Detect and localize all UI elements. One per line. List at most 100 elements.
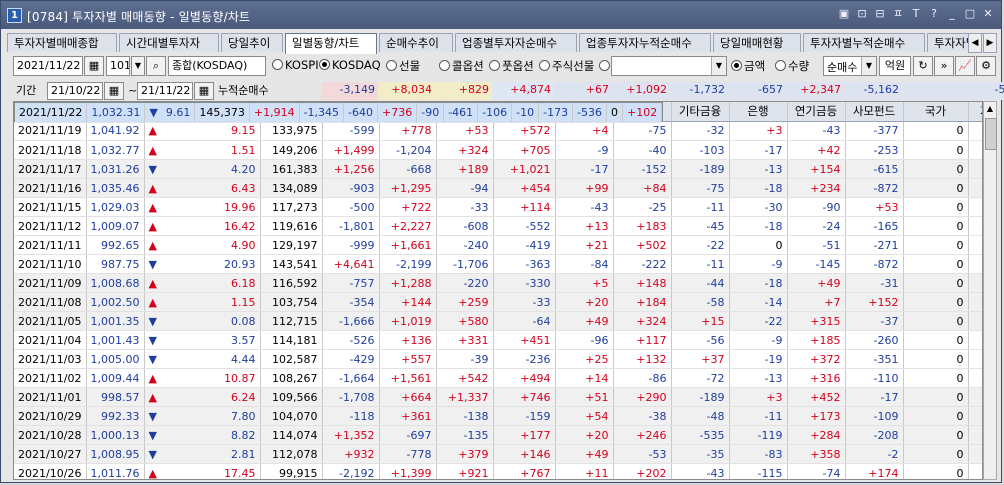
table-row[interactable]: 2021/10/29 992.33 ▼ 7.80 104,070 -118 +361 -138… xyxy=(14,406,982,426)
table-cell: 99,915 xyxy=(260,463,323,479)
table-row[interactable]: 2021/11/10 987.75 ▼ 20.93 143,541 +4,641 -2,19… xyxy=(14,254,982,274)
code-dropdown-icon[interactable]: ▼ xyxy=(131,56,145,76)
gear-icon[interactable]: ⚙ xyxy=(976,56,996,76)
refresh-icon[interactable]: ↻ xyxy=(913,56,933,76)
chart-icon[interactable]: 📈 xyxy=(955,56,975,76)
column-header-10[interactable]: 기타금융 xyxy=(671,102,730,122)
table-cell: 0 xyxy=(903,444,969,464)
table-row[interactable]: 2021/11/18 1,032.77 ▲ 1.51 149,206 +1,499 -1,2… xyxy=(14,140,982,160)
market-radio-4[interactable]: 풋옵션 xyxy=(489,58,534,74)
market-radio-3[interactable]: 콜옵션 xyxy=(439,58,484,74)
table-cell: 6.24 xyxy=(202,387,261,407)
column-header-12[interactable]: 연기금등 xyxy=(787,102,846,122)
table-cell: -165 xyxy=(845,216,904,236)
title-button-0[interactable]: ▣ xyxy=(837,7,851,21)
table-row[interactable]: 2021/11/16 1,035.46 ▲ 6.43 134,089 -903 +1,295… xyxy=(14,178,982,198)
market-radio-label: 콜옵션 xyxy=(452,59,484,73)
table-row[interactable]: 2021/10/28 1,000.13 ▼ 8.82 114,074 +1,352 -697… xyxy=(14,425,982,445)
tab-7[interactable]: 당일매매현황 xyxy=(713,33,801,52)
mode-select[interactable]: 순매수 ▼ xyxy=(823,56,877,76)
radio-extra-select[interactable]: ▼ xyxy=(611,56,727,76)
period-to-input[interactable]: 21/11/22 xyxy=(137,82,193,100)
tab-3[interactable]: 일별동향/차트 xyxy=(285,33,377,54)
table-cell: -10 xyxy=(511,103,540,123)
column-header-14[interactable]: 국가 xyxy=(903,102,969,122)
table-cell: -122 xyxy=(968,406,982,426)
tab-8[interactable]: 투자자별누적순매수 xyxy=(803,33,925,52)
cumulative-sum-11: -5,434 xyxy=(967,82,1004,100)
table-row[interactable]: 2021/11/08 1,002.50 ▲ 1.15 103,754 -354 +144 +2… xyxy=(14,292,982,312)
table-cell: +144 xyxy=(379,292,437,312)
tab-5[interactable]: 업종별투자자순매수 xyxy=(455,33,577,52)
table-row[interactable]: 2021/11/05 1,001.35 ▼ 0.08 112,715 -1,666 +1,0… xyxy=(14,311,982,331)
radio-icon xyxy=(599,60,610,71)
table-cell: -253 xyxy=(845,140,904,160)
date-input[interactable]: 2021/11/22 xyxy=(13,56,83,76)
table-row[interactable]: 2021/11/19 1,041.92 ▲ 9.15 133,975 -599 +778 +5… xyxy=(14,121,982,141)
table-cell: 2021/11/02 xyxy=(14,368,87,388)
column-header-15[interactable]: 기타법인 xyxy=(968,102,982,122)
cumulative-sum-7: -657 xyxy=(728,82,786,100)
calendar-to-icon[interactable]: ▦ xyxy=(194,82,214,100)
code-input[interactable]: 101 xyxy=(106,56,130,76)
title-button-1[interactable]: ⊡ xyxy=(855,7,869,21)
vertical-scrollbar[interactable]: ▲ xyxy=(983,101,997,480)
market-radio-5[interactable]: 주식선물 xyxy=(539,58,594,74)
table-cell: +1,019 xyxy=(379,311,437,331)
table-cell: +5 xyxy=(555,273,614,293)
tab-6[interactable]: 업종투자자누적순매수 xyxy=(579,33,711,52)
table-cell: +117 xyxy=(613,330,672,350)
title-button-8[interactable]: ✕ xyxy=(981,7,995,21)
tab-scroll-left-icon[interactable]: ◀ xyxy=(968,33,982,53)
title-button-4[interactable]: T xyxy=(909,7,923,21)
table-cell: 112,715 xyxy=(260,311,323,331)
table-row[interactable]: 2021/11/11 992.65 ▲ 4.90 129,197 -999 +1,661 -2… xyxy=(14,235,982,255)
table-row[interactable]: 2021/10/27 1,008.95 ▼ 2.81 112,078 +932 -778 +3… xyxy=(14,444,982,464)
calendar-from-icon[interactable]: ▦ xyxy=(104,82,124,100)
table-row[interactable]: 2021/11/02 1,009.44 ▲ 10.87 108,267 -1,664 +1,… xyxy=(14,368,982,388)
unit-radio-0[interactable]: 금액 xyxy=(731,58,765,74)
table-row[interactable]: 2021/11/01 998.57 ▲ 6.24 109,566 -1,708 +664 +1… xyxy=(14,387,982,407)
table-cell: 1,031.26 xyxy=(86,159,145,179)
calendar-icon[interactable]: ▦ xyxy=(84,56,104,76)
table-cell: 0 xyxy=(729,235,788,255)
title-button-7[interactable]: □ xyxy=(963,7,977,21)
table-cell: ▲ xyxy=(144,140,202,160)
search-icon[interactable]: ⌕ xyxy=(146,56,166,76)
table-row[interactable]: 2021/11/15 1,029.03 ▲ 19.96 117,273 -500 +722-… xyxy=(14,197,982,217)
unit-radio-1[interactable]: 수량 xyxy=(775,58,809,74)
table-cell: ▲ xyxy=(144,292,202,312)
tab-1[interactable]: 시간대별투자자 xyxy=(119,33,219,52)
market-radio-1[interactable]: KOSDAQ xyxy=(319,58,381,72)
table-cell: 102,587 xyxy=(260,349,323,369)
column-header-11[interactable]: 은행 xyxy=(729,102,788,122)
market-radio-0[interactable]: KOSPI xyxy=(272,58,319,72)
table-row[interactable]: 2021/11/17 1,031.26 ▼ 4.20 161,383 +1,256 -668… xyxy=(14,159,982,179)
scroll-thumb[interactable] xyxy=(985,118,997,150)
title-button-6[interactable]: _ xyxy=(945,7,959,21)
table-cell: +7 xyxy=(787,292,846,312)
table-cell: 1,041.92 xyxy=(86,121,145,141)
table-row[interactable]: 2021/11/04 1,001.43 ▼ 3.57 114,181 -526 +136 +3… xyxy=(14,330,982,350)
next-icon[interactable]: » xyxy=(934,56,954,76)
market-radio-2[interactable]: 선물 xyxy=(386,58,420,74)
column-header-13[interactable]: 사모펀드 xyxy=(845,102,904,122)
table-row[interactable]: 2021/11/22 1,032.31 ▼ 9.61 145,373 +1,914 -1,3… xyxy=(14,102,664,123)
tab-2[interactable]: 당일추이 xyxy=(221,33,283,52)
period-from-input[interactable]: 21/10/22 xyxy=(47,82,103,100)
title-button-3[interactable]: ㅍ xyxy=(891,7,905,21)
table-row[interactable]: 2021/11/12 1,009.07 ▲ 16.42 119,616 -1,801 +2,… xyxy=(14,216,982,236)
table-row[interactable]: 2021/11/09 1,008.68 ▲ 6.18 116,592 -757 +1,288… xyxy=(14,273,982,293)
title-button-5[interactable]: ? xyxy=(927,7,941,21)
tab-scroll-right-icon[interactable]: ▶ xyxy=(983,33,997,53)
table-cell: +202 xyxy=(613,463,672,479)
table-row[interactable]: 2021/10/26 1,011.76 ▲ 17.45 99,915 -2,192 +1,3… xyxy=(14,463,982,479)
tab-0[interactable]: 투자자별매매종합 xyxy=(7,33,117,52)
market-radio-label: 풋옵션 xyxy=(502,59,534,73)
table-cell: 0 xyxy=(903,159,969,179)
table-row[interactable]: 2021/11/03 1,005.00 ▼ 4.44 102,587 -429 +557 -3… xyxy=(14,349,982,369)
scroll-up-icon[interactable]: ▲ xyxy=(984,102,996,116)
table-cell: 1.15 xyxy=(202,292,261,312)
title-button-2[interactable]: ⊟ xyxy=(873,7,887,21)
tab-4[interactable]: 순매수추이 xyxy=(379,33,453,52)
